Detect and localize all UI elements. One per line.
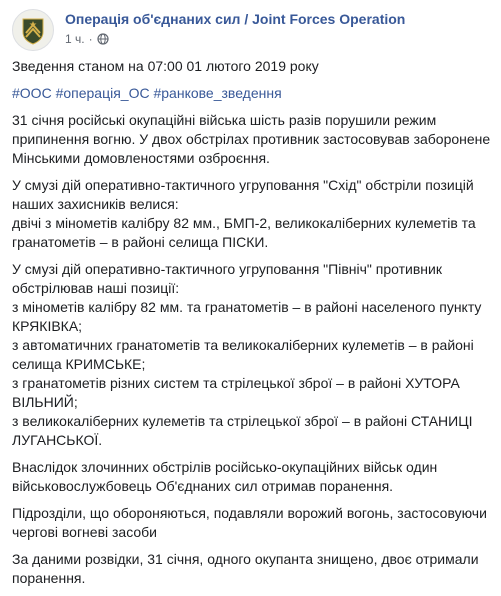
hashtags: #ООС #операція_ОС #ранкове_зведення [12,84,492,103]
page-name-link[interactable]: Операція об'єднаних сил / Joint Forces O… [65,10,405,28]
north-vilnyi: з гранатометів різних систем та стрілець… [12,375,460,410]
paragraph-intel: За даними розвідки, 31 січня, одного оку… [12,551,479,586]
paragraph-east: У смузі дій оперативно-тактичного угрупо… [12,176,492,252]
north-kriakivka: з мінометів калібру 82 мм. та гранатомет… [12,299,482,334]
paragraph-north: У смузі дій оперативно-тактичного угрупо… [12,260,492,450]
summary-heading: Зведення станом на 07:00 01 лютого 2019 … [12,58,319,74]
hashtag-oos[interactable]: #ООС [12,85,52,101]
post-meta: 1 ч. · [65,31,405,47]
east-pisky: двічі з мінометів калібру 82 мм., БМП-2,… [12,215,476,250]
meta-separator: · [88,32,93,46]
east-intro: У смузі дій оперативно-тактичного угрупо… [12,177,474,212]
north-luhanska: з великокаліберних кулеметів та стрілець… [12,413,473,448]
paragraph-defense: Підрозділи, що обороняються, подавляли в… [12,505,487,540]
globe-icon[interactable] [96,33,109,45]
post-timestamp[interactable]: 1 ч. [65,31,85,47]
facebook-post: Операція об'єднаних сил / Joint Forces O… [0,0,501,586]
header-text: Операція об'єднаних сил / Joint Forces O… [65,10,405,53]
joint-forces-emblem-icon [13,10,53,50]
paragraph-casualty: Внаслідок злочинних обстрілів російсько-… [12,459,438,494]
page-avatar[interactable] [12,9,54,51]
post-header: Операція об'єднаних сил / Joint Forces O… [12,9,405,53]
hashtag-morning-summary[interactable]: #ранкове_зведення [153,85,281,101]
north-krymske: з автоматичних гранатометів та великокал… [12,337,474,372]
hashtag-operation-os[interactable]: #операція_ОС [56,85,150,101]
north-intro: У смузі дій оперативно-тактичного угрупо… [12,261,442,296]
post-content: Зведення станом на 07:00 01 лютого 2019 … [12,57,492,596]
paragraph-ceasefire: 31 січня російські окупаційні війська ші… [12,112,491,166]
